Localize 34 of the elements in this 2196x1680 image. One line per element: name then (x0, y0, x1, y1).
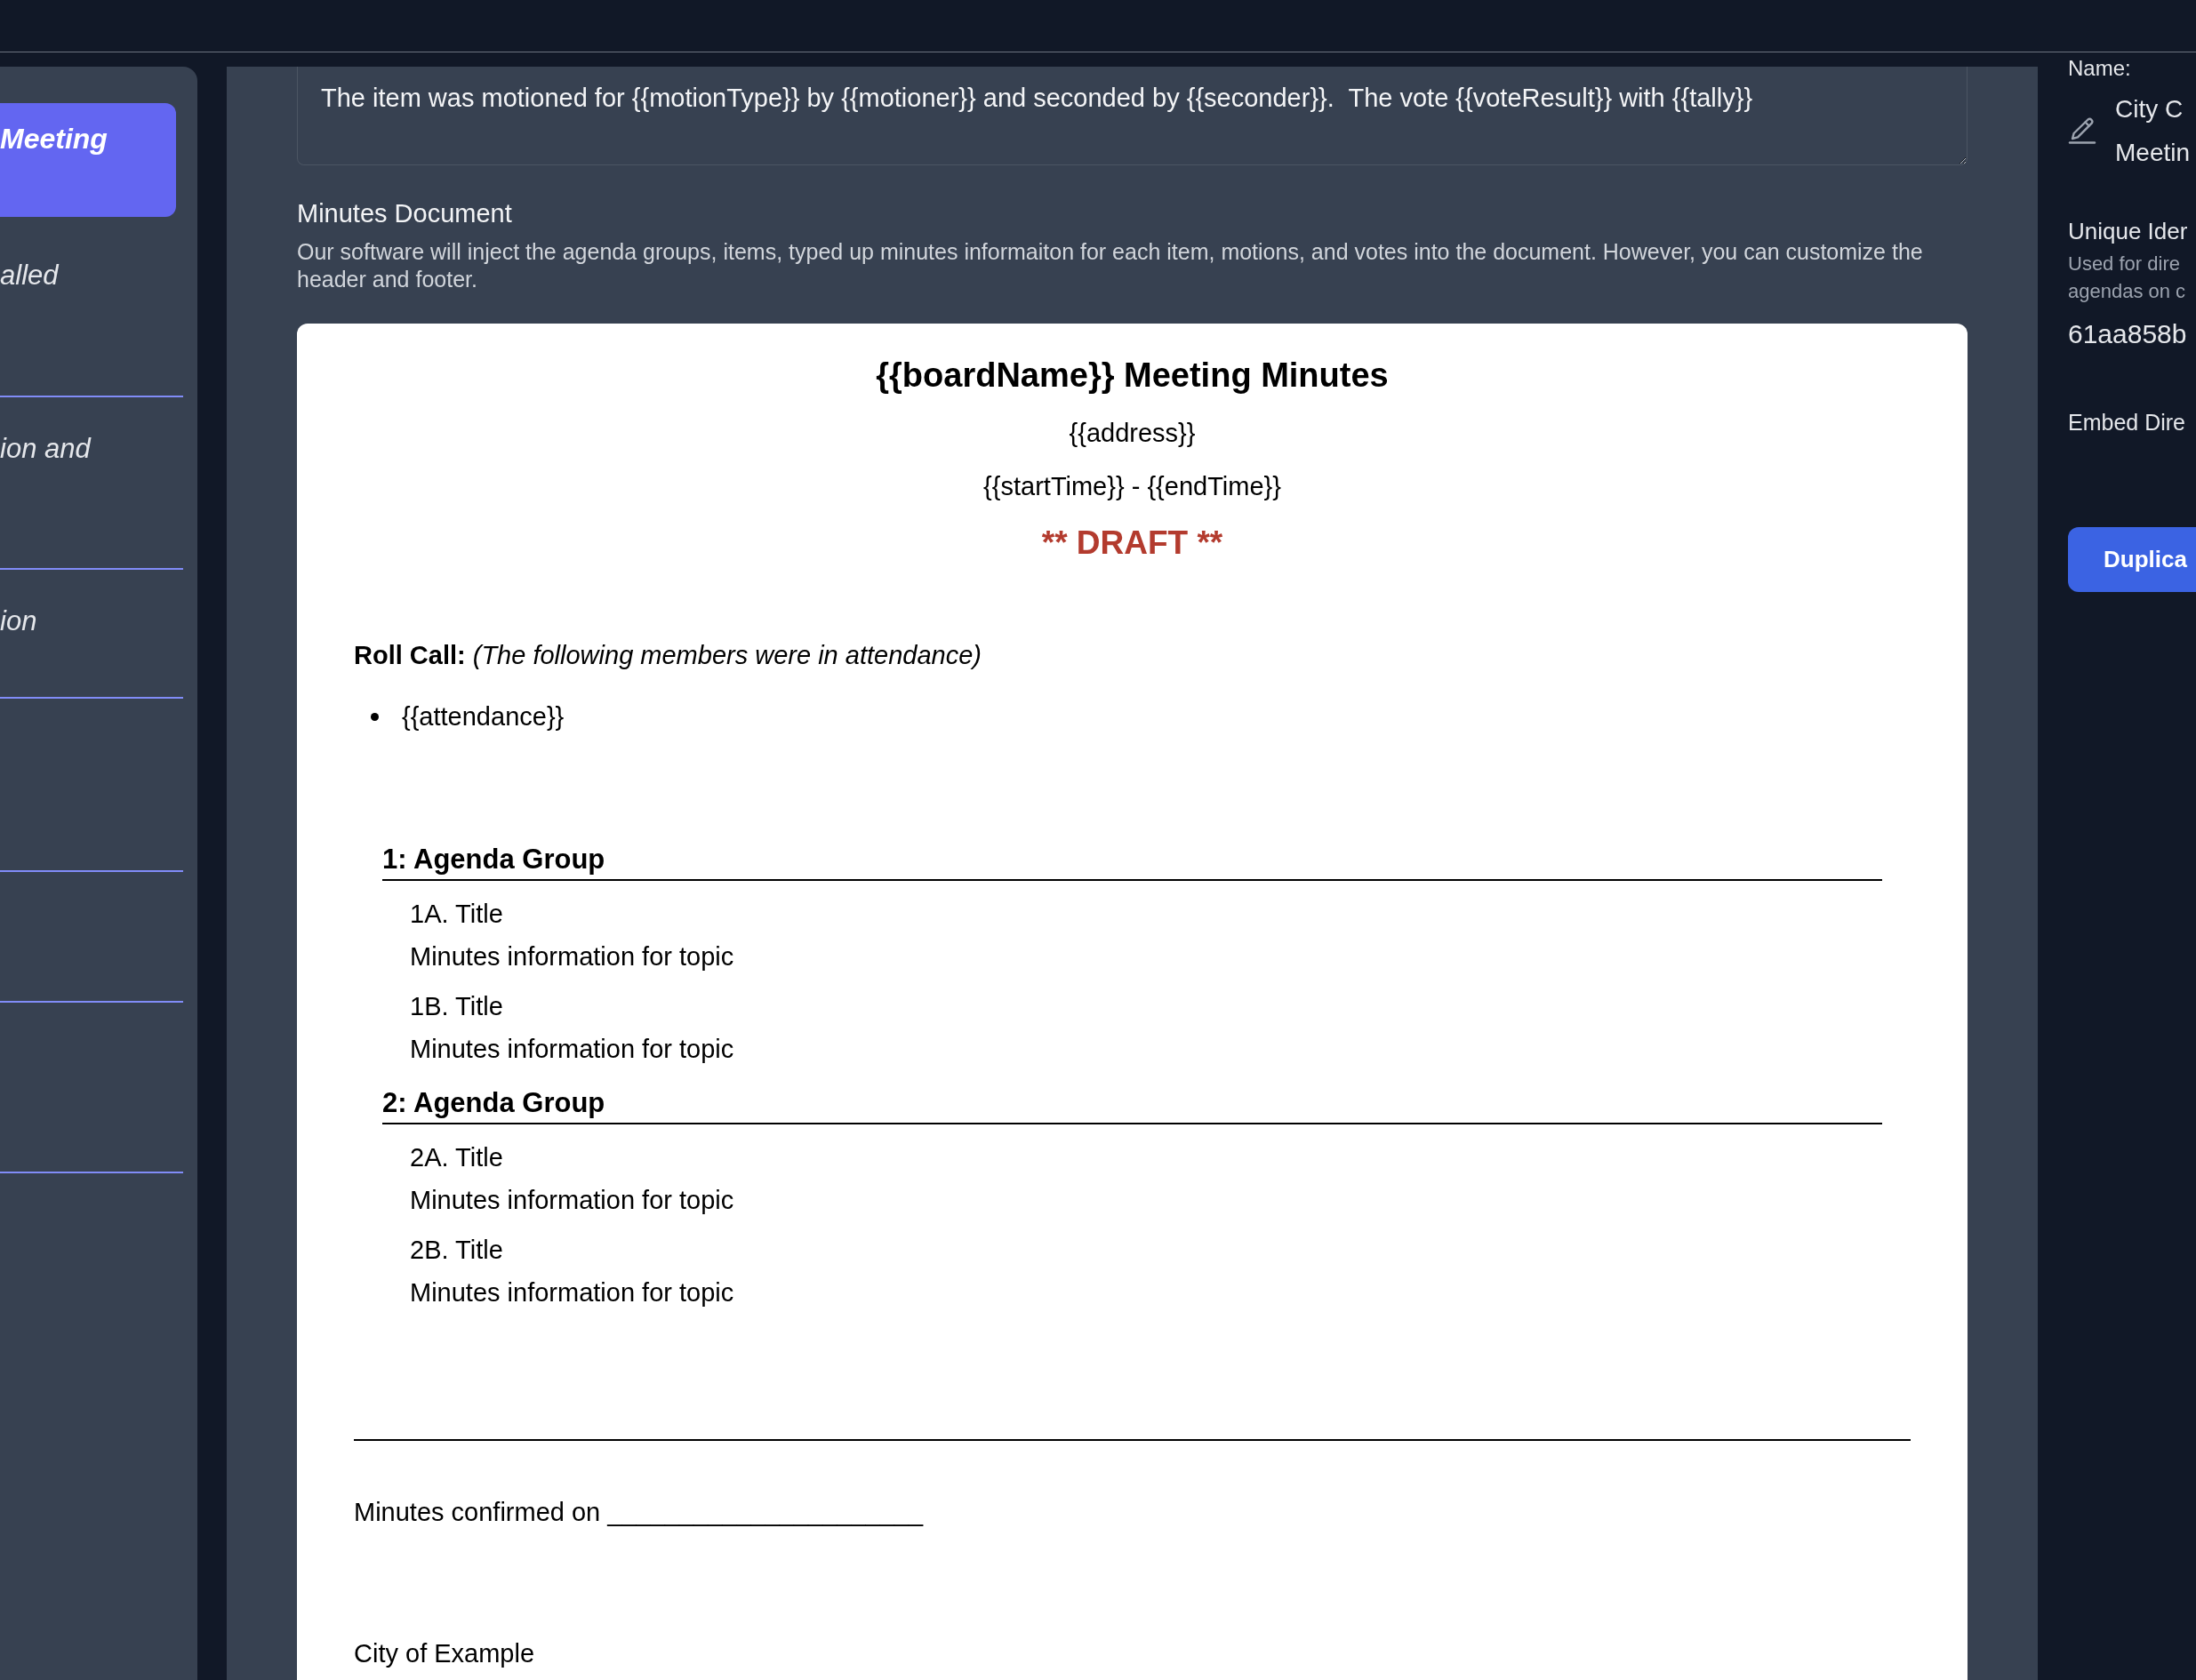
agenda-item-minutes: Minutes information for topic (410, 941, 735, 972)
time-range-text: {{startTime}} - {{endTime}} (983, 471, 1281, 501)
roll-call-text: Roll Call: (The following members were in attendance) (354, 640, 982, 671)
section-label: Minutes Document (297, 198, 513, 228)
sidebar-item[interactable]: ion and (0, 397, 183, 570)
draft-mark: ** DRAFT ** (1041, 524, 1223, 563)
agenda-group-heading: 1: Agenda Group (382, 842, 1882, 881)
identifier-label: Unique Ider (2068, 217, 2189, 245)
identifier-hint: Used for dire agendas on c (2068, 252, 2187, 304)
sidebar-item[interactable]: ion (0, 570, 183, 699)
pencil-icon[interactable] (2068, 117, 2096, 144)
embed-label: Embed Dire (2068, 409, 2186, 436)
duplicate-button[interactable]: Duplica (2068, 527, 2196, 592)
agenda-item-title: 2B. Title (410, 1235, 504, 1266)
identifier-value: 61aa858b (2068, 318, 2188, 350)
document-title: {{boardName}} Meeting Minutes (876, 356, 1389, 396)
address-text: {{address}} (1069, 418, 1196, 448)
bullet-icon (371, 712, 379, 721)
agenda-item-minutes: Minutes information for topic (410, 1034, 735, 1065)
template-text-field[interactable]: The item was motioned for {{motionType}} by {{motioner}} and seconded by {{seconder}}. The vote {{voteResult}} with {{tally}} (297, 67, 1968, 165)
footer-text: City of Example (354, 1638, 536, 1669)
agenda-item-minutes: Minutes information for topic (410, 1277, 735, 1308)
agenda-item-title: 2A. Title (410, 1142, 504, 1173)
agenda-group-heading: 2: Agenda Group (382, 1085, 1882, 1124)
confirmation-text: Minutes confirmed on ______________________ (354, 1497, 925, 1528)
agenda-item-title: 1B. Title (410, 991, 504, 1022)
sidebar-item[interactable]: alled (0, 224, 183, 397)
section-description: Our software will inject the agenda groups, items, typed up minutes informaiton for each item, motions, and votes into the document. However, you can customize the header and footer. (297, 238, 1924, 293)
attendance-list-text: {{attendance}} (402, 701, 565, 732)
agenda-item-minutes: Minutes information for topic (410, 1185, 735, 1216)
meeting-name-text: City C Meetin (2115, 94, 2191, 168)
name-label: Name: (2068, 55, 2132, 82)
sidebar-item[interactable]: Meeting (0, 103, 176, 217)
agenda-item-title: 1A. Title (410, 899, 504, 930)
